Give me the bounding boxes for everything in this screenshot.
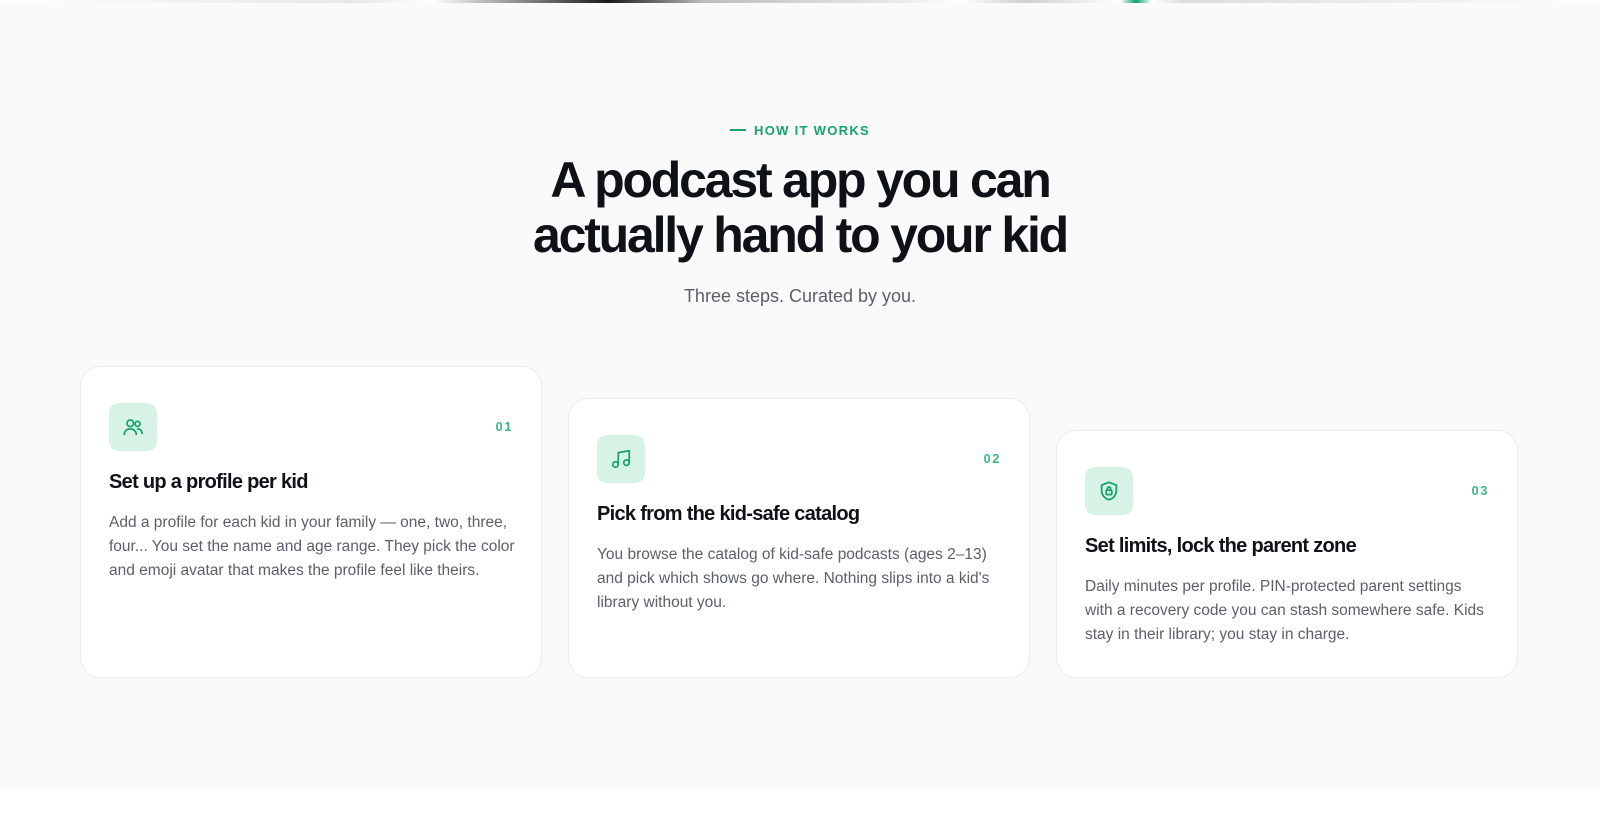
step-title: Set limits, lock the parent zone bbox=[1085, 535, 1357, 557]
section-title: A podcast app you can actually hand to y… bbox=[400, 153, 1200, 263]
next-section-start bbox=[0, 791, 1600, 832]
step-number: 02 bbox=[983, 451, 1001, 466]
section-subtitle: Three steps. Curated by you. bbox=[683, 286, 917, 306]
title-line-1: A podcast app you can bbox=[550, 152, 1051, 208]
eyebrow-dash bbox=[730, 128, 746, 131]
music-note-icon bbox=[597, 435, 645, 483]
step-description: Daily minutes per profile. PIN-protected… bbox=[1085, 578, 1484, 643]
step-description: Add a profile for each kid in your famil… bbox=[109, 514, 515, 579]
step-title: Pick from the kid-safe catalog bbox=[597, 503, 860, 525]
eyebrow-label: HOW IT WORKS bbox=[754, 123, 870, 138]
step-card-2: 02 Pick from the kid-safe catalog You br… bbox=[568, 398, 1030, 678]
step-card-1: 01 Set up a profile per kid Add a profil… bbox=[80, 366, 542, 678]
step-description: You browse the catalog of kid-safe podca… bbox=[597, 546, 990, 611]
users-icon bbox=[109, 403, 157, 451]
page: HOW IT WORKS A podcast app you can actua… bbox=[0, 0, 1600, 832]
step-card-3: 03 Set limits, lock the parent zone Dail… bbox=[1056, 430, 1518, 678]
step-number: 01 bbox=[495, 419, 513, 434]
step-number: 03 bbox=[1471, 483, 1489, 498]
how-it-works-section: HOW IT WORKS A podcast app you can actua… bbox=[0, 3, 1600, 791]
step-title: Set up a profile per kid bbox=[109, 471, 308, 493]
shield-lock-icon bbox=[1085, 467, 1133, 515]
title-line-2: actually hand to your kid bbox=[533, 207, 1069, 263]
section-eyebrow: HOW IT WORKS bbox=[0, 123, 1600, 138]
